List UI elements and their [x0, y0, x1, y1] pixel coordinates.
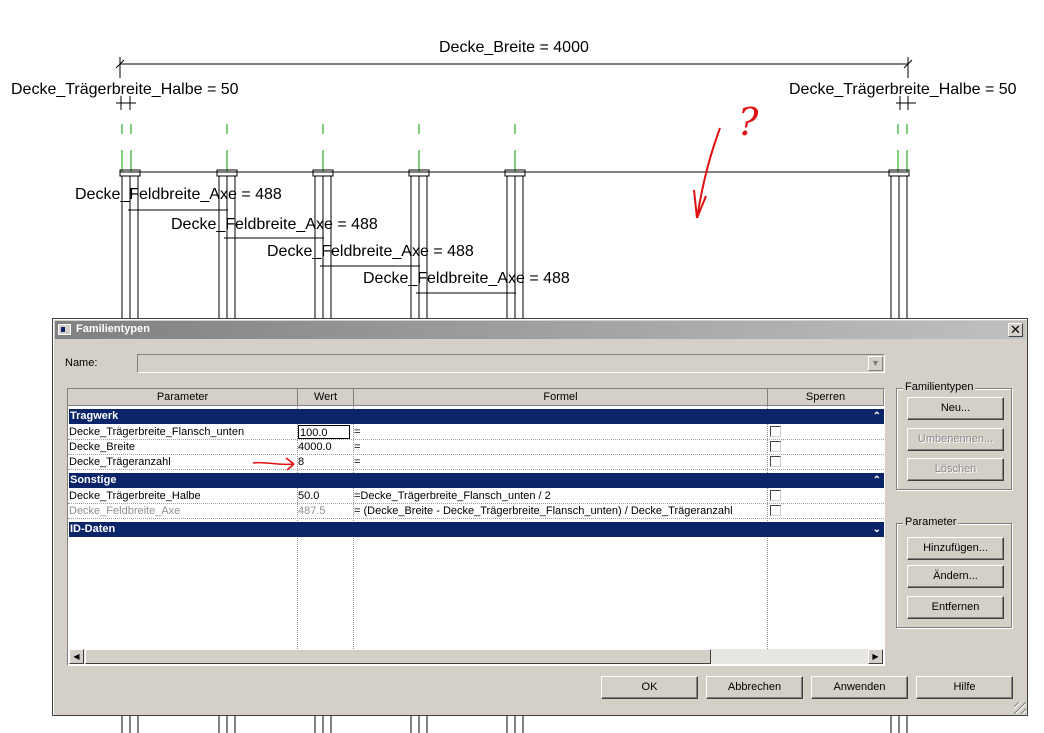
horizontal-scrollbar[interactable]: ◀ ▶ [69, 649, 883, 664]
collapse-icon[interactable]: ⌃ [873, 473, 881, 488]
table-row[interactable]: Decke_Trägerbreite_Flansch_unten 100.0 = [68, 425, 884, 440]
entfernen-button[interactable]: Entfernen [907, 596, 1004, 619]
wert-cell: 487.5 [298, 505, 326, 517]
name-label: Name: [65, 357, 98, 369]
table-row[interactable]: Decke_Breite 4000.0 = [68, 440, 884, 455]
formel-cell[interactable]: = [354, 455, 764, 469]
group-header-id-daten[interactable]: ID-Daten ⌄ [69, 522, 884, 537]
anwenden-button[interactable]: Anwenden [811, 676, 908, 699]
formel-cell[interactable]: = [354, 440, 764, 454]
close-button[interactable]: ✕ [1008, 323, 1023, 337]
hinzufuegen-button[interactable]: Hinzufügen... [907, 537, 1004, 560]
column-header-sperren[interactable]: Sperren [768, 389, 884, 406]
table-row[interactable]: Decke_Feldbreite_Axe 487.5 = (Decke_Brei… [68, 504, 884, 519]
dim-feld-2-label: Decke_Feldbreite_Axe = 488 [171, 216, 378, 233]
parameter-group: Parameter Hinzufügen... Ändern... Entfer… [896, 516, 1012, 628]
wert-cell[interactable]: 50.0 [298, 489, 350, 503]
collapse-icon[interactable]: ⌃ [873, 409, 881, 424]
loeschen-button[interactable]: Löschen [907, 458, 1004, 481]
abbrechen-button[interactable]: Abbrechen [706, 676, 803, 699]
neu-button[interactable]: Neu... [907, 397, 1004, 420]
column-header-formel[interactable]: Formel [354, 389, 768, 406]
dialog-titlebar[interactable]: Familientypen ✕ [55, 321, 1025, 339]
parameter-table: Parameter Wert Formel Sperren Tragwerk ⌃… [67, 388, 885, 666]
parameter-name: Decke_Trägeranzahl [69, 456, 171, 468]
sperren-checkbox[interactable] [770, 441, 781, 452]
resize-grip-icon[interactable] [1014, 702, 1026, 714]
wert-cell[interactable]: 8 [298, 455, 350, 469]
red-annotation [693, 127, 721, 219]
dim-halbe-left-label: Decke_Trägerbreite_Halbe = 50 [11, 81, 239, 98]
scroll-right-icon[interactable]: ▶ [868, 649, 883, 664]
formel-cell[interactable]: = [354, 425, 764, 439]
group-header-tragwerk[interactable]: Tragwerk ⌃ [69, 409, 884, 424]
familientypen-group: Familientypen Neu... Umbenennen... Lösch… [896, 381, 1012, 490]
scroll-left-icon[interactable]: ◀ [69, 649, 84, 664]
group-label: Tragwerk [70, 410, 119, 422]
app-icon [58, 324, 71, 335]
table-row[interactable]: Decke_Trägerbreite_Halbe 50.0 =Decke_Trä… [68, 489, 884, 504]
ok-button[interactable]: OK [601, 676, 698, 699]
table-row[interactable]: Decke_Trägeranzahl 8 = [68, 455, 884, 470]
familientypen-legend: Familientypen [903, 381, 976, 393]
dim-breite-label: Decke_Breite = 4000 [439, 39, 589, 56]
group-label: ID-Daten [70, 523, 116, 535]
sperren-checkbox[interactable] [770, 490, 781, 501]
sperren-checkbox[interactable] [770, 505, 781, 516]
aendern-button[interactable]: Ändern... [907, 565, 1004, 588]
parameter-legend: Parameter [903, 516, 959, 528]
parameter-name: Decke_Trägerbreite_Flansch_unten [69, 426, 245, 438]
sperren-checkbox[interactable] [770, 456, 781, 467]
dim-feld-4-label: Decke_Feldbreite_Axe = 488 [363, 270, 570, 287]
sperren-checkbox[interactable] [770, 426, 781, 437]
group-label: Sonstige [70, 474, 117, 486]
hilfe-button[interactable]: Hilfe [916, 676, 1013, 699]
parameter-name: Decke_Trägerbreite_Halbe [69, 490, 201, 502]
question-mark-annotation: ? [738, 100, 759, 144]
dim-halbe-right-label: Decke_Trägerbreite_Halbe = 50 [789, 81, 1017, 98]
expand-icon[interactable]: ⌄ [873, 522, 881, 537]
dialog-title: Familientypen [76, 323, 150, 335]
dim-feld-3-label: Decke_Feldbreite_Axe = 488 [267, 243, 474, 260]
formel-cell[interactable]: = (Decke_Breite - Decke_Trägerbreite_Fla… [354, 504, 764, 518]
umbenennen-button[interactable]: Umbenennen... [907, 428, 1004, 451]
group-header-sonstige[interactable]: Sonstige ⌃ [69, 473, 884, 488]
column-header-wert[interactable]: Wert [298, 389, 354, 406]
formel-cell[interactable]: =Decke_Trägerbreite_Flansch_unten / 2 [354, 489, 764, 503]
parameter-name: Decke_Feldbreite_Axe [69, 505, 181, 517]
chevron-down-icon[interactable]: ▼ [868, 356, 883, 371]
name-dropdown[interactable]: ▼ [137, 354, 885, 373]
familientypen-dialog: Familientypen ✕ Name: ▼ Parameter Wert F… [52, 318, 1028, 716]
dim-feld-1-label: Decke_Feldbreite_Axe = 488 [75, 186, 282, 203]
scroll-thumb[interactable] [85, 649, 711, 664]
column-header-parameter[interactable]: Parameter [68, 389, 298, 406]
parameter-name: Decke_Breite [69, 441, 136, 453]
wert-input[interactable]: 100.0 [298, 425, 350, 439]
reference-planes [121, 124, 908, 172]
wert-cell[interactable]: 4000.0 [298, 440, 350, 454]
